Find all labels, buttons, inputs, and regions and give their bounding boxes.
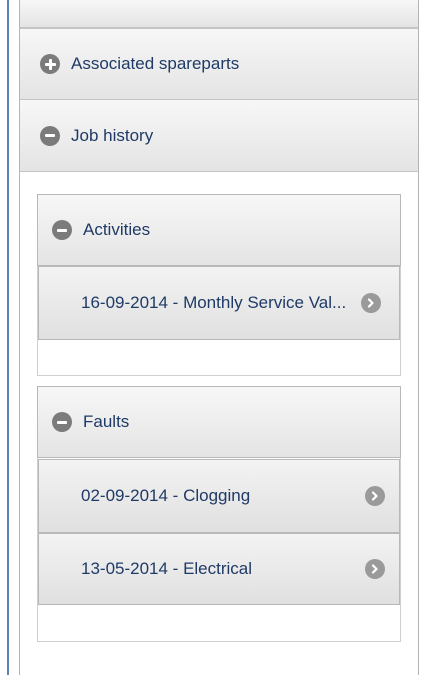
- minus-circle-icon: [40, 125, 60, 146]
- page: Associated spareparts Job history Activi…: [0, 0, 427, 675]
- chevron-right-icon: [365, 559, 385, 579]
- associated-spareparts-label: Associated spareparts: [71, 54, 240, 73]
- fault-item-electrical[interactable]: 13-05-2014 - Electrical: [38, 533, 400, 605]
- activity-item[interactable]: 16-09-2014 - Monthly Service Val...: [38, 266, 400, 340]
- job-history-header[interactable]: Job history: [19, 100, 419, 172]
- faults-label: Faults: [83, 412, 130, 431]
- plus-circle-icon: [40, 54, 60, 74]
- job-history-label: Job history: [71, 125, 154, 145]
- top-collapsible-bar[interactable]: [19, 0, 419, 28]
- activities-header[interactable]: Activities: [37, 194, 401, 266]
- associated-spareparts-header[interactable]: Associated spareparts: [19, 28, 419, 100]
- activity-item-label: 16-09-2014 - Monthly Service Val...: [81, 293, 347, 312]
- minus-circle-icon: [52, 412, 72, 432]
- fault-item-clogging[interactable]: 02-09-2014 - Clogging: [38, 459, 400, 533]
- chevron-right-icon: [361, 293, 381, 313]
- chevron-right-icon: [365, 486, 385, 506]
- activities-label: Activities: [83, 220, 151, 239]
- minus-circle-icon: [52, 220, 72, 240]
- faults-header[interactable]: Faults: [37, 386, 401, 458]
- fault-item-label: 13-05-2014 - Electrical: [81, 559, 253, 578]
- fault-item-label: 02-09-2014 - Clogging: [81, 486, 251, 505]
- left-border: [7, 0, 9, 675]
